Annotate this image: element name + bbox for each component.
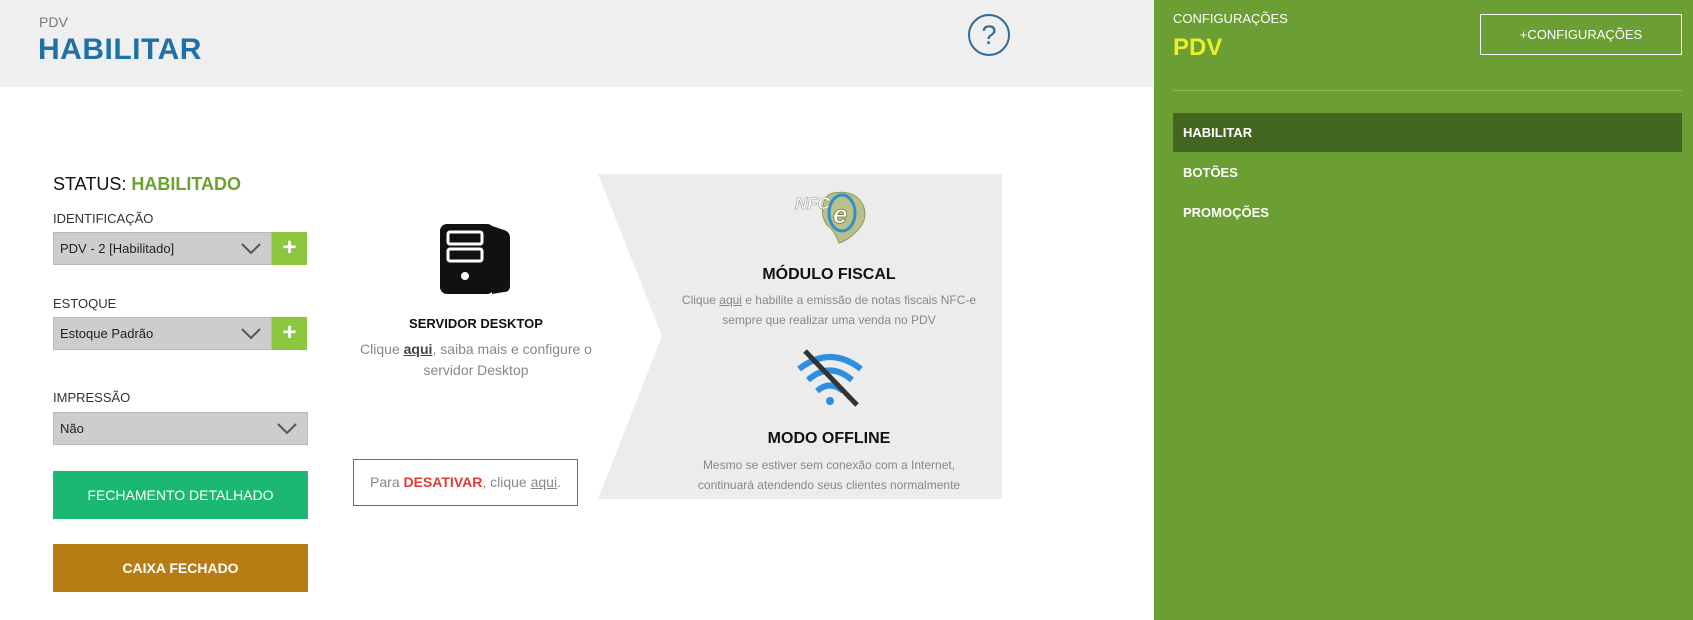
config-sidebar: CONFIGURAÇÕES PDV +CONFIGURAÇÕES HABILIT… <box>1154 0 1693 620</box>
wifi-off-icon <box>797 349 863 407</box>
desktop-server-icon <box>440 224 510 294</box>
status-label: STATUS: <box>53 174 132 194</box>
modo-offline-text: Mesmo se estiver sem conexão com a Inter… <box>697 458 961 492</box>
identificacao-value: PDV - 2 [Habilitado] <box>60 241 175 256</box>
breadcrumb: PDV <box>39 14 68 30</box>
page-title: HABILITAR <box>38 33 202 66</box>
main-content: PDV HABILITAR ? STATUS: HABILITADO IDENT… <box>0 0 1154 620</box>
servidor-desktop-title: SERVIDOR DESKTOP <box>409 316 543 331</box>
sidebar-item-habilitar[interactable]: HABILITAR <box>1173 113 1682 152</box>
sidebar-divider <box>1173 90 1682 91</box>
fiscal-text-pre: Clique <box>681 293 720 307</box>
estoque-label: ESTOQUE <box>53 296 117 311</box>
server-text-post: , saiba mais e configure o servidor Desk… <box>423 341 592 378</box>
page-header: PDV HABILITAR ? <box>0 0 1154 87</box>
identificacao-label: IDENTIFICAÇÃO <box>53 211 154 226</box>
chevron-down-icon <box>241 328 261 340</box>
deactivate-post: . <box>557 474 561 490</box>
help-icon[interactable]: ? <box>968 14 1010 56</box>
modulo-fiscal-title: MÓDULO FISCAL <box>762 266 896 283</box>
sidebar-title: PDV <box>1173 34 1223 61</box>
desativar-box: Para DESATIVAR, clique aqui. <box>353 459 578 506</box>
impressao-value: Não <box>60 421 84 436</box>
chevron-down-icon <box>277 423 297 435</box>
add-identificacao-button[interactable]: + <box>272 232 307 265</box>
status-value: HABILITADO <box>131 174 241 194</box>
fiscal-aqui-link[interactable]: aqui <box>719 293 742 307</box>
impressao-select[interactable]: Não <box>53 412 308 445</box>
sidebar-subtitle: CONFIGURAÇÕES <box>1173 11 1288 26</box>
modulo-fiscal-text: Clique aqui e habilite a emissão de nota… <box>679 290 979 330</box>
modo-offline-title: MODO OFFLINE <box>767 430 891 447</box>
add-estoque-button[interactable]: + <box>272 317 307 350</box>
fechamento-detalhado-button[interactable]: FECHAMENTO DETALHADO <box>53 471 308 519</box>
nfce-logo-letter: e <box>833 199 847 229</box>
fiscal-text-post: e habilite a emissão de notas fiscais NF… <box>722 293 977 327</box>
chevron-down-icon <box>241 243 261 255</box>
server-text-pre: Clique <box>360 341 404 357</box>
sidebar-item-promocoes[interactable]: PROMOÇÕES <box>1173 193 1682 232</box>
servidor-desktop-text: Clique aqui, saiba mais e configure o se… <box>356 339 596 381</box>
nfce-logo-icon: NFC e <box>795 191 866 244</box>
deactivate-mid: , clique <box>482 474 531 490</box>
sidebar-item-botoes[interactable]: BOTÕES <box>1173 153 1682 192</box>
nfce-logo-text: NFC <box>795 194 831 213</box>
deactivate-pre: Para <box>370 474 404 490</box>
estoque-value: Estoque Padrão <box>60 326 154 341</box>
caixa-fechado-button[interactable]: CAIXA FECHADO <box>53 544 308 592</box>
servidor-aqui-link[interactable]: aqui <box>404 341 433 357</box>
estoque-select[interactable]: Estoque Padrão <box>53 317 272 350</box>
status-line: STATUS: HABILITADO <box>53 174 241 195</box>
identificacao-select[interactable]: PDV - 2 [Habilitado] <box>53 232 272 265</box>
more-configuracoes-button[interactable]: +CONFIGURAÇÕES <box>1480 14 1682 55</box>
desativar-label: DESATIVAR <box>403 474 483 490</box>
impressao-label: IMPRESSÃO <box>53 390 131 405</box>
desativar-aqui-link[interactable]: aqui <box>531 474 557 490</box>
